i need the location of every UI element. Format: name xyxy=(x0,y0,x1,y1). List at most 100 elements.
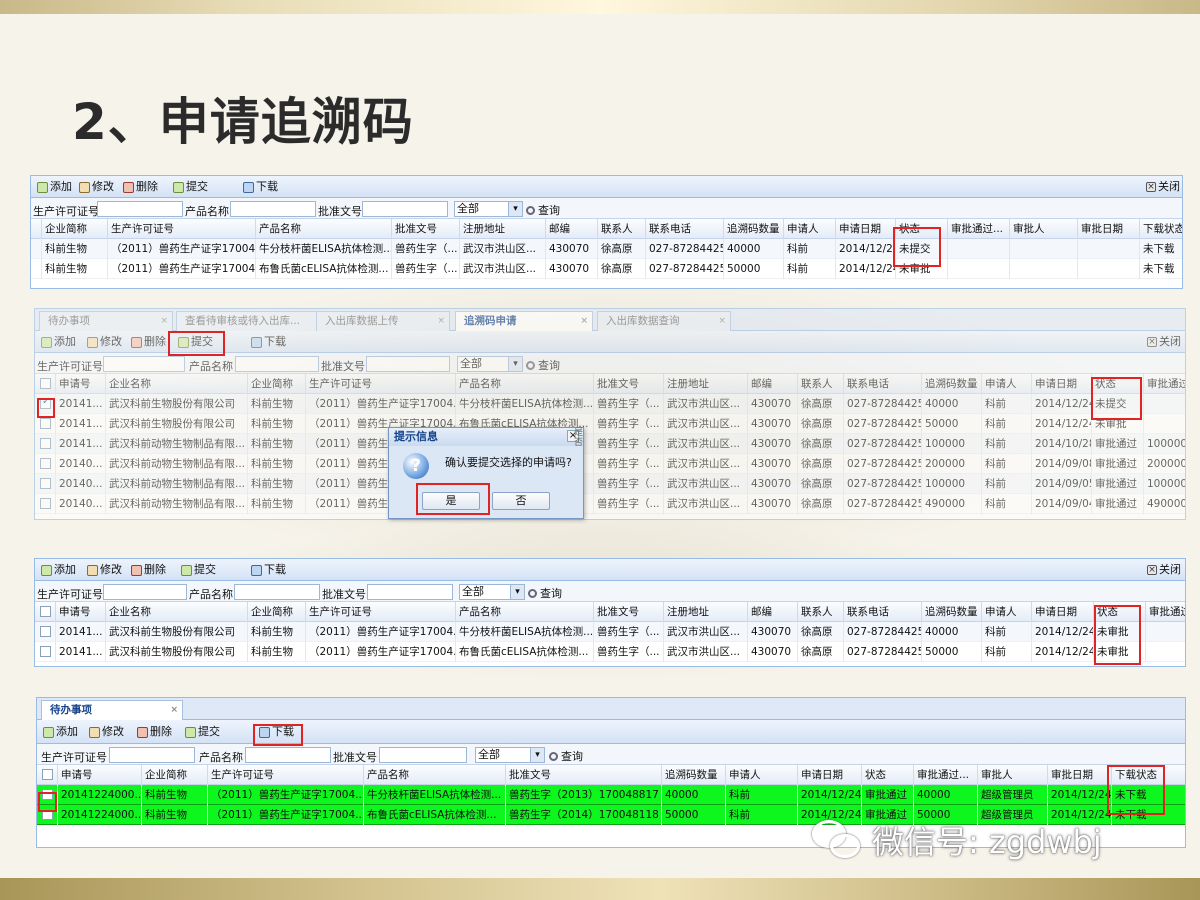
column-header[interactable]: 审批人 xyxy=(977,765,1047,785)
column-header[interactable]: 申请人 xyxy=(981,602,1031,622)
column-header[interactable]: 申请号 xyxy=(57,765,141,785)
license-input[interactable] xyxy=(109,747,195,763)
column-header[interactable]: 生产许可证号 xyxy=(207,765,363,785)
tab-close-icon[interactable]: × xyxy=(160,312,168,330)
column-header[interactable]: 产品名称 xyxy=(455,602,593,622)
status-select[interactable]: 全部 xyxy=(454,201,523,217)
column-header[interactable]: 追溯码数量 xyxy=(723,219,783,239)
column-header[interactable]: 状态 xyxy=(861,765,913,785)
column-header[interactable]: 审批通过... xyxy=(913,765,977,785)
column-header[interactable]: 企业简称 xyxy=(41,219,107,239)
column-header[interactable]: 追溯码数量 xyxy=(921,374,981,394)
download-button[interactable]: 下载 xyxy=(259,725,294,739)
column-header[interactable]: 注册地址 xyxy=(663,374,747,394)
approval-input[interactable] xyxy=(366,356,450,372)
column-header[interactable]: 注册地址 xyxy=(663,602,747,622)
column-header[interactable]: 审批日期 xyxy=(1077,219,1139,239)
column-header[interactable]: 追溯码数量 xyxy=(661,765,725,785)
row-checkbox[interactable] xyxy=(40,626,51,637)
column-header[interactable]: 申请人 xyxy=(725,765,797,785)
no-button[interactable]: 否 xyxy=(492,492,550,510)
close-button[interactable]: × 关闭 xyxy=(1147,335,1181,349)
column-header[interactable]: 追溯码数量 xyxy=(921,602,981,622)
query-button[interactable]: 查询 xyxy=(526,357,560,373)
submit-button[interactable]: 提交 xyxy=(185,725,220,739)
column-header[interactable]: 生产许可证号 xyxy=(305,602,455,622)
column-header[interactable]: 企业名称 xyxy=(105,602,247,622)
submit-button[interactable]: 提交 xyxy=(178,335,213,349)
column-header[interactable]: 生产许可证号 xyxy=(107,219,255,239)
row-checkbox[interactable] xyxy=(40,498,51,509)
query-button[interactable]: 查询 xyxy=(549,748,583,764)
column-header[interactable]: 批准文号 xyxy=(593,374,663,394)
column-header[interactable]: 企业简称 xyxy=(247,602,305,622)
select-all-checkbox[interactable] xyxy=(40,378,51,389)
table-row[interactable]: 20141224000... 科前生物 （2011）兽药生产证字17004...… xyxy=(37,785,1185,805)
tab-close-icon[interactable]: × xyxy=(718,312,726,330)
column-header[interactable]: 联系人 xyxy=(797,602,843,622)
status-select[interactable]: 全部 xyxy=(475,747,545,763)
row-checkbox[interactable] xyxy=(40,396,51,409)
status-select[interactable]: 全部 xyxy=(457,356,523,372)
column-header[interactable]: 审批通过... xyxy=(947,219,1009,239)
column-header[interactable]: 产品名称 xyxy=(455,374,593,394)
column-header[interactable]: 批准文号 xyxy=(391,219,459,239)
column-header[interactable]: 批准文号 xyxy=(505,765,661,785)
table-row[interactable]: 20140... 武汉科前动物生物制品有限... 科前生物 （2011）兽药生产… xyxy=(35,454,1185,474)
column-header[interactable]: 申请日期 xyxy=(1031,602,1093,622)
product-input[interactable] xyxy=(245,747,331,763)
close-button[interactable]: × 关闭 xyxy=(1147,563,1181,577)
product-input[interactable] xyxy=(230,201,316,217)
column-header[interactable]: 申请号 xyxy=(55,374,105,394)
table-row[interactable]: 科前生物 （2011）兽药生产证字17004... 布鲁氏菌cELISA抗体检测… xyxy=(31,259,1182,279)
table-row[interactable]: 20141... 武汉科前生物股份有限公司 科前生物 （2011）兽药生产证字1… xyxy=(35,622,1185,642)
add-button[interactable]: 添加 xyxy=(43,725,78,739)
column-header[interactable]: 申请号 xyxy=(55,602,105,622)
download-button[interactable]: 下载 xyxy=(251,335,286,349)
column-header[interactable]: 联系人 xyxy=(597,219,645,239)
row-checkbox[interactable] xyxy=(40,418,51,429)
table-row[interactable]: 20141... 武汉科前动物生物制品有限... 科前生物 （2011）兽药生产… xyxy=(35,434,1185,454)
query-button[interactable]: 查询 xyxy=(528,585,562,601)
column-header[interactable]: 申请日期 xyxy=(1031,374,1091,394)
approval-input[interactable] xyxy=(362,201,448,217)
approval-input[interactable] xyxy=(367,584,453,600)
status-select[interactable]: 全部 xyxy=(459,584,525,600)
edit-button[interactable]: 修改 xyxy=(87,563,122,577)
column-header[interactable]: 申请日期 xyxy=(797,765,861,785)
approval-input[interactable] xyxy=(379,747,467,763)
column-header[interactable]: 审批通过 xyxy=(1145,602,1185,622)
column-header[interactable]: 企业名称 xyxy=(105,374,247,394)
tab-upload[interactable]: 入出库数据上传 × xyxy=(316,311,450,331)
table-row[interactable]: 20141... 武汉科前生物股份有限公司 科前生物 （2011）兽药生产证字1… xyxy=(35,394,1185,414)
column-header[interactable]: 下载状态 xyxy=(1111,765,1185,785)
column-header[interactable]: 产品名称 xyxy=(255,219,391,239)
query-button[interactable]: 查询 xyxy=(526,202,560,218)
column-header[interactable]: 企业简称 xyxy=(247,374,305,394)
close-button[interactable]: × 关闭 xyxy=(1146,180,1180,194)
download-button[interactable]: 下载 xyxy=(243,180,278,194)
row-checkbox[interactable] xyxy=(40,478,51,489)
product-input[interactable] xyxy=(234,584,320,600)
table-row[interactable]: 20140... 武汉科前动物生物制品有限... 科前生物 （2011）兽药生产… xyxy=(35,474,1185,494)
column-header[interactable]: 下载状态 xyxy=(1139,219,1182,239)
column-header[interactable]: 生产许可证号 xyxy=(305,374,455,394)
column-header[interactable]: 申请人 xyxy=(783,219,835,239)
select-all-checkbox[interactable] xyxy=(42,769,53,780)
table-row[interactable]: 科前生物 （2011）兽药生产证字17004... 牛分枝杆菌ELISA抗体检测… xyxy=(31,239,1182,259)
submit-button[interactable]: 提交 xyxy=(181,563,216,577)
edit-button[interactable]: 修改 xyxy=(79,180,114,194)
column-header[interactable]: 审批通过 xyxy=(1143,374,1185,394)
edit-button[interactable]: 修改 xyxy=(87,335,122,349)
yes-button[interactable]: 是 xyxy=(422,492,480,510)
column-header[interactable]: 企业简称 xyxy=(141,765,207,785)
tab-close-icon[interactable]: × xyxy=(437,312,445,330)
license-input[interactable] xyxy=(97,201,183,217)
select-all-checkbox[interactable] xyxy=(40,606,51,617)
delete-button[interactable]: 删除 xyxy=(131,563,166,577)
column-header[interactable]: 邮编 xyxy=(747,374,797,394)
table-row[interactable]: 20141... 武汉科前生物股份有限公司 科前生物 （2011）兽药生产证字1… xyxy=(35,642,1185,662)
delete-button[interactable]: 删除 xyxy=(131,335,166,349)
delete-button[interactable]: 删除 xyxy=(137,725,172,739)
row-checkbox[interactable] xyxy=(42,809,53,820)
